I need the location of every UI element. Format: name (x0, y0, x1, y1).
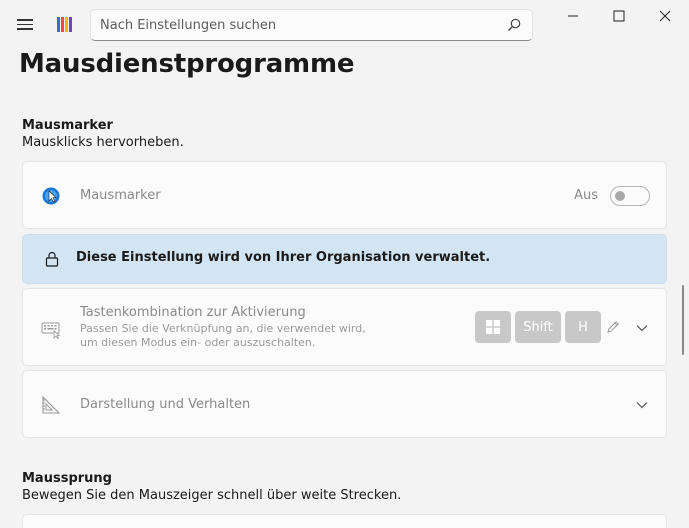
close-icon (659, 10, 671, 22)
search-box[interactable] (90, 9, 533, 41)
section-title-maussprung: Maussprung (22, 471, 112, 486)
scrollbar-thumb[interactable] (682, 285, 684, 355)
maximize-icon (613, 10, 625, 22)
close-button[interactable] (642, 0, 688, 32)
mausmarker-toggle[interactable] (610, 186, 650, 206)
appearance-card[interactable]: Darstellung und Verhalten (22, 370, 667, 438)
mausmarker-card: Mausmarker Aus (22, 161, 667, 229)
pencil-icon[interactable] (606, 320, 620, 334)
powertoys-logo (57, 17, 72, 32)
section-description-maussprung: Bewegen Sie den Mauszeiger schnell über … (22, 488, 402, 503)
maximize-button[interactable] (596, 0, 642, 32)
toggle-state-text: Aus (574, 188, 598, 203)
appearance-label: Darstellung und Verhalten (80, 397, 251, 412)
lock-icon (45, 251, 59, 267)
chevron-down-icon[interactable] (635, 398, 649, 412)
policy-banner-text: Diese Einstellung wird von Ihrer Organis… (76, 250, 491, 265)
shortcut-description-line1: Passen Sie die Verknüpfung an, die verwe… (80, 322, 366, 335)
search-input[interactable] (91, 10, 501, 40)
title-bar (0, 0, 689, 48)
shortcut-description-line2: um diesen Modus ein- oder auszuschalten. (80, 336, 316, 349)
chevron-down-icon[interactable] (635, 321, 649, 335)
maussprung-card (22, 514, 667, 528)
windows-key (475, 311, 511, 343)
shift-key: Shift (515, 311, 561, 343)
section-title-mausmarker: Mausmarker (22, 118, 113, 133)
section-description-mausmarker: Mausklicks hervorheben. (22, 135, 184, 150)
minimize-button[interactable] (550, 0, 596, 32)
mouse-highlighter-icon (42, 187, 60, 205)
windows-key-icon (486, 320, 500, 334)
page-title: Mausdienstprogramme (19, 49, 355, 79)
shortcut-label: Tastenkombination zur Aktivierung (80, 305, 306, 320)
toggle-knob (615, 191, 625, 201)
keyboard-icon (41, 322, 61, 339)
search-icon[interactable] (506, 17, 522, 33)
ruler-triangle-icon (42, 395, 61, 414)
hamburger-icon[interactable] (14, 16, 36, 34)
mausmarker-label: Mausmarker (80, 188, 161, 203)
h-key: H (565, 311, 601, 343)
minimize-icon (568, 15, 578, 17)
shortcut-card: Tastenkombination zur Aktivierung Passen… (22, 288, 667, 366)
policy-banner: Diese Einstellung wird von Ihrer Organis… (22, 234, 667, 284)
